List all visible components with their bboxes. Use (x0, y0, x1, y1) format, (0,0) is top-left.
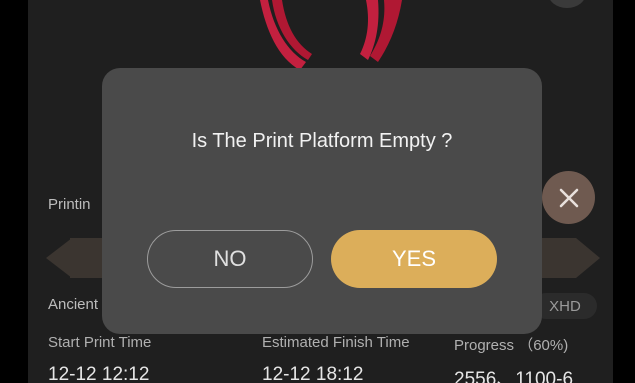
next-arrow-icon (576, 238, 600, 278)
no-button-label: NO (213, 246, 247, 271)
printing-status-label: Printin (48, 196, 91, 213)
confirm-dialog: Is The Print Platform Empty ? NO YES (102, 68, 542, 334)
next-arrow-bar (536, 238, 576, 278)
dialog-message: Is The Print Platform Empty ? (191, 130, 453, 152)
progress-label: Progress （60%) (454, 337, 569, 354)
finish-time-label: Estimated Finish Time (262, 334, 410, 351)
quality-badge: XHD (533, 293, 597, 319)
no-button[interactable]: NO (147, 230, 313, 288)
close-icon (559, 188, 578, 207)
finish-time-value: 12-12 18:12 (262, 364, 364, 383)
yes-button-label: YES (391, 246, 437, 271)
previous-arrow-icon (46, 238, 72, 278)
close-button[interactable] (542, 171, 595, 224)
top-right-control (548, 0, 586, 8)
model-preview-icon (260, 0, 402, 70)
start-time-value: 12-12 12:12 (48, 364, 150, 383)
yes-button[interactable]: YES (331, 230, 497, 288)
progress-value: 2556、1100-6 (454, 369, 574, 383)
file-name: Ancient (48, 296, 99, 313)
start-time-label: Start Print Time (48, 334, 152, 351)
